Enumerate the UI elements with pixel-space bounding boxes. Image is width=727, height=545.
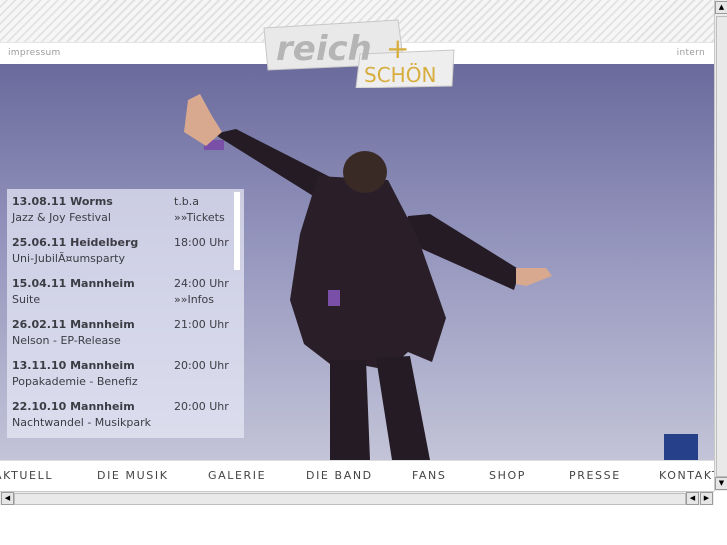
event-time-col: 21:00 Uhr (174, 317, 229, 333)
event-name: Uni-JubilÃ¤umsparty (12, 252, 125, 265)
events-scrollbar[interactable] (233, 191, 241, 271)
event-name: Nelson - EP-Release (12, 334, 121, 347)
event-time: t.b.a (174, 195, 200, 208)
event-name: Nachtwandel - Musikpark (12, 416, 152, 429)
vertical-scroll-thumb[interactable] (716, 16, 727, 477)
logo-plus-text: + (386, 32, 409, 65)
concerts-panel: 13.08.11 Worms Jazz & Joy Festival t.b.a… (7, 189, 244, 438)
event-item[interactable]: 26.02.11 Mannheim Nelson - EP-Release (12, 317, 135, 349)
main-nav: AKTUELL DIE MUSIK GALERIE DIE BAND FANS … (0, 460, 719, 489)
event-time: 20:00 Uhr (174, 400, 229, 413)
event-time-col: 18:00 Uhr (174, 235, 229, 251)
nav-item-shop[interactable]: SHOP (489, 469, 526, 482)
horizontal-scrollbar[interactable]: ◀ ◀ ▶ (0, 491, 714, 505)
event-tickets-link[interactable]: »»Tickets (174, 210, 225, 226)
nav-item-aktuell[interactable]: AKTUELL (0, 469, 53, 482)
arrow-right-icon[interactable]: ▶ (700, 492, 713, 505)
nav-item-fans[interactable]: FANS (412, 469, 446, 482)
event-name: Suite (12, 293, 41, 306)
event-time-col: 20:00 Uhr (174, 358, 229, 374)
event-item[interactable]: 25.06.11 Heidelberg Uni-JubilÃ¤umsparty (12, 235, 138, 267)
nav-item-presse[interactable]: PRESSE (569, 469, 621, 482)
event-name: Jazz & Joy Festival (12, 211, 111, 224)
facebook-icon[interactable] (664, 434, 698, 460)
event-time: 21:00 Uhr (174, 318, 229, 331)
arrow-down-icon[interactable]: ▼ (715, 477, 727, 490)
event-time-col: 20:00 Uhr (174, 399, 229, 415)
event-time-col: t.b.a »»Tickets (174, 194, 225, 226)
intern-link[interactable]: intern (677, 48, 705, 58)
nav-item-galerie[interactable]: GALERIE (208, 469, 266, 482)
event-date: 25.06.11 Heidelberg (12, 236, 139, 249)
arrow-left-icon[interactable]: ◀ (1, 492, 14, 505)
vertical-scrollbar[interactable]: ▲ ▼ (714, 0, 727, 491)
event-time: 18:00 Uhr (174, 236, 229, 249)
event-name: Popakademie - Benefiz (12, 375, 138, 388)
event-item[interactable]: 15.04.11 Mannheim Suite (12, 276, 135, 308)
logo-bottom-text: SCHÖN (364, 63, 436, 87)
horizontal-scroll-thumb[interactable] (14, 493, 686, 505)
arrow-up-icon[interactable]: ▲ (715, 1, 727, 14)
nav-item-die-musik[interactable]: DIE MUSIK (97, 469, 169, 482)
event-time: 20:00 Uhr (174, 359, 229, 372)
event-date: 22.10.10 Mannheim (12, 400, 135, 413)
reich-schoen-logo[interactable]: reich + SCHÖN (258, 18, 458, 88)
event-date: 26.02.11 Mannheim (12, 318, 135, 331)
arrow-left-icon[interactable]: ◀ (686, 492, 699, 505)
nav-item-die-band[interactable]: DIE BAND (306, 469, 373, 482)
event-date: 15.04.11 Mannheim (12, 277, 135, 290)
event-time: 24:00 Uhr (174, 277, 229, 290)
event-time-col: 24:00 Uhr »»Infos (174, 276, 229, 308)
impressum-link[interactable]: impressum (8, 48, 61, 58)
logo-top-text: reich (276, 29, 372, 69)
event-item[interactable]: 13.08.11 Worms Jazz & Joy Festival (12, 194, 113, 226)
event-date: 13.08.11 Worms (12, 195, 113, 208)
event-date: 13.11.10 Mannheim (12, 359, 135, 372)
event-infos-link[interactable]: »»Infos (174, 292, 229, 308)
nav-item-kontakt[interactable]: KONTAKT (659, 469, 720, 482)
event-item[interactable]: 13.11.10 Mannheim Popakademie - Benefiz (12, 358, 138, 390)
event-item[interactable]: 22.10.10 Mannheim Nachtwandel - Musikpar… (12, 399, 151, 431)
